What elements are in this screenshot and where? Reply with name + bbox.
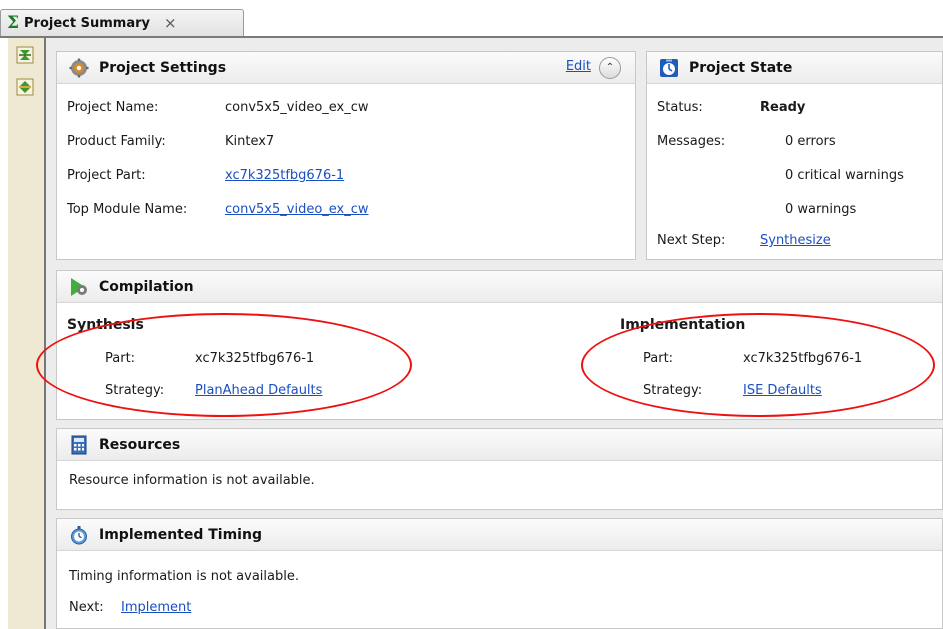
implementation-strategy-link[interactable]: ISE Defaults xyxy=(743,383,822,398)
implementation-heading: Implementation xyxy=(620,317,746,333)
warnings-count: 0 warnings xyxy=(785,202,857,217)
tab-strip: Σ Project Summary × xyxy=(0,0,943,36)
calculator-icon xyxy=(69,435,89,455)
synthesis-strategy-label: Strategy: xyxy=(105,383,165,398)
product-family-label: Product Family: xyxy=(67,134,166,149)
collapse-all-icon[interactable] xyxy=(16,46,34,64)
project-state-title: Project State xyxy=(689,59,793,76)
synthesis-heading: Synthesis xyxy=(67,317,144,333)
project-name-value: conv5x5_video_ex_cw xyxy=(225,100,369,115)
project-part-link[interactable]: xc7k325tfbg676-1 xyxy=(225,168,344,183)
project-settings-panel: Project Settings Edit ⌃ Project Name: co… xyxy=(56,51,636,260)
collapse-section-button[interactable]: ⌃ xyxy=(599,57,621,79)
project-state-header: Project State xyxy=(647,52,942,84)
gear-icon xyxy=(69,58,89,78)
synthesize-link[interactable]: Synthesize xyxy=(760,233,831,248)
timing-panel: Implemented Timing Timing information is… xyxy=(56,518,943,629)
timing-next-label: Next: xyxy=(69,600,104,615)
edit-link[interactable]: Edit xyxy=(566,59,591,74)
synthesis-part-value: xc7k325tfbg676-1 xyxy=(195,351,315,366)
project-state-icon xyxy=(659,58,679,78)
implementation-part-label: Part: xyxy=(643,351,674,366)
project-part-label: Project Part: xyxy=(67,168,146,183)
top-module-label: Top Module Name: xyxy=(67,202,188,217)
tab-project-summary[interactable]: Σ Project Summary × xyxy=(0,9,244,36)
top-module-link[interactable]: conv5x5_video_ex_cw xyxy=(225,202,369,217)
summary-content: Project Settings Edit ⌃ Project Name: co… xyxy=(36,38,943,629)
play-gear-icon xyxy=(69,277,89,297)
critical-warnings-count: 0 critical warnings xyxy=(785,168,904,183)
close-icon[interactable]: × xyxy=(164,14,177,32)
compilation-title: Compilation xyxy=(99,278,194,295)
synthesis-part-label: Part: xyxy=(105,351,136,366)
messages-label: Messages: xyxy=(657,134,726,149)
resources-panel: Resources Resource information is not av… xyxy=(56,428,943,510)
project-settings-header: Project Settings Edit ⌃ xyxy=(57,52,635,84)
left-toolbar xyxy=(8,38,46,629)
tab-title: Project Summary xyxy=(24,15,150,31)
errors-count: 0 errors xyxy=(785,134,836,149)
resources-message: Resource information is not available. xyxy=(69,473,315,488)
resources-title: Resources xyxy=(99,436,181,453)
project-settings-title: Project Settings xyxy=(99,59,227,76)
synthesis-strategy-link[interactable]: PlanAhead Defaults xyxy=(195,383,322,398)
status-value: Ready xyxy=(760,100,806,115)
compilation-panel: Compilation Synthesis Part: xc7k325tfbg6… xyxy=(56,270,943,420)
implementation-strategy-label: Strategy: xyxy=(643,383,703,398)
implementation-part-value: xc7k325tfbg676-1 xyxy=(743,351,863,366)
compilation-header: Compilation xyxy=(57,271,942,303)
timing-title: Implemented Timing xyxy=(99,526,262,543)
sigma-icon: Σ xyxy=(7,13,20,33)
product-family-value: Kintex7 xyxy=(225,134,275,149)
timing-message: Timing information is not available. xyxy=(69,569,299,584)
next-step-label: Next Step: xyxy=(657,233,726,248)
stopwatch-icon xyxy=(69,525,89,545)
project-name-label: Project Name: xyxy=(67,100,159,115)
project-state-panel: Project State Status: Ready Messages: 0 … xyxy=(646,51,943,260)
status-label: Status: xyxy=(657,100,703,115)
expand-all-icon[interactable] xyxy=(16,78,34,96)
timing-header: Implemented Timing xyxy=(57,519,942,551)
implement-link[interactable]: Implement xyxy=(121,600,191,615)
resources-header: Resources xyxy=(57,429,942,461)
